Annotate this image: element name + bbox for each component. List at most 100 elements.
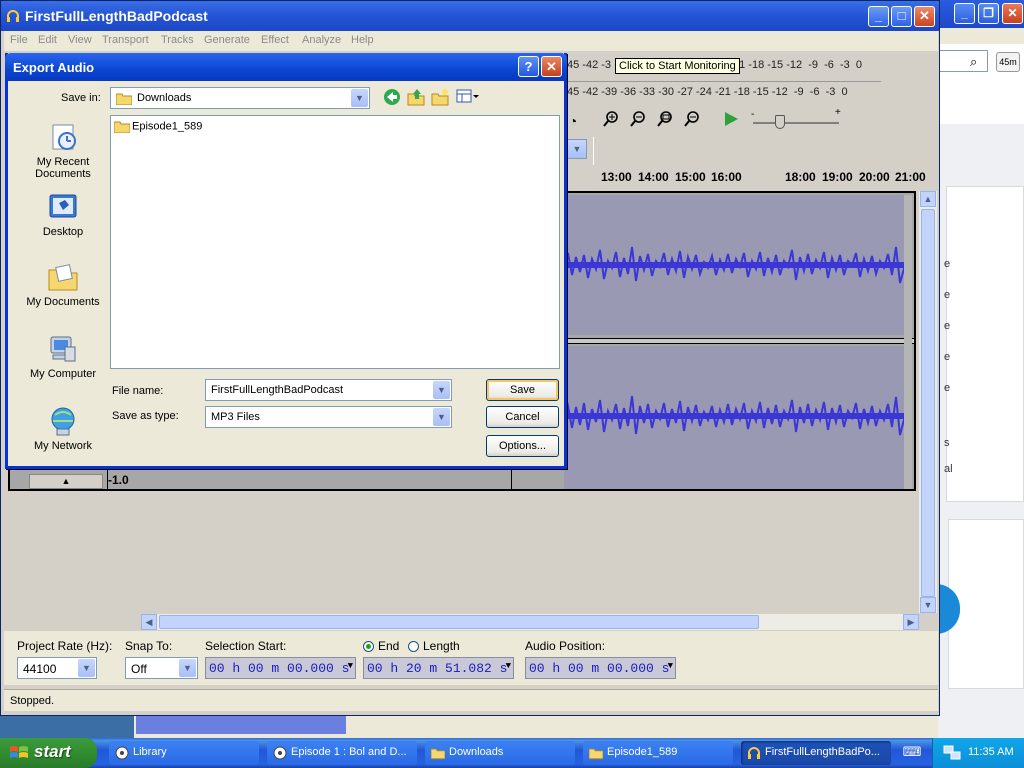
ruler-tick: 14:00 [638,170,669,184]
fit-project-icon[interactable] [680,109,704,133]
timeline-ruler[interactable]: 13:00 14:00 15:00 16:00 18:00 19:00 20:0… [567,167,926,189]
scroll-down-arrow[interactable]: ▼ [920,597,936,613]
chevron-down-icon[interactable]: ▼ [433,408,450,426]
waveform-left-graphic [563,246,906,284]
network-connection-icon[interactable] [943,745,961,761]
selection-toolbar: Project Rate (Hz): 44100 ▼ Snap To: Off … [4,631,938,685]
chevron-down-icon[interactable]: ▼ [78,659,95,677]
view-menu-icon[interactable] [455,88,481,108]
scroll-right-arrow[interactable]: ▶ [903,614,919,630]
snap-to-label: Snap To: [125,639,173,653]
back-icon[interactable] [382,88,402,108]
scroll-left-arrow[interactable]: ◀ [141,614,157,630]
chevron-down-icon[interactable]: ▼ [351,89,368,107]
list-item[interactable]: Episode1_589 [114,120,202,133]
ruler-tick: 16:00 [711,170,742,184]
playback-speed-track[interactable] [753,122,839,124]
background-browser-window: _ ❐ ✕ ⌕ 45m [930,0,1024,768]
chevron-down-icon[interactable]: ▼ [506,661,511,671]
file-list[interactable]: Episode1_589 [110,115,560,369]
chevron-down-icon[interactable]: ▼ [433,381,450,399]
meter-divider [561,81,881,82]
bg-text: e [944,320,951,332]
taskbar-item-library[interactable]: Library [109,741,259,765]
taskbar-item-episode-1[interactable]: Episode 1 : Bol and D... [267,741,417,765]
bg-text: e [944,258,951,270]
help-button[interactable]: ? [518,56,539,77]
menu-edit[interactable]: Edit [38,34,57,46]
new-folder-icon[interactable] [430,88,450,108]
maximize-button[interactable]: □ [891,6,912,27]
folder-icon [589,748,603,760]
menu-file[interactable]: File [10,34,28,46]
up-folder-icon[interactable] [406,88,426,108]
track-edge [904,195,912,489]
waveform-left-channel[interactable] [563,195,906,335]
zoom-out-icon[interactable] [626,109,650,133]
save-as-type-select[interactable]: MP3 Files ▼ [205,406,452,428]
chevron-down-icon[interactable]: ▼ [668,661,673,671]
play-at-speed-icon[interactable] [719,109,743,133]
place-desktop[interactable]: Desktop [19,191,107,238]
end-radio-label: End [378,639,400,653]
clock[interactable]: 11:35 AM [968,746,1014,758]
cancel-button[interactable]: Cancel [486,406,559,428]
options-button[interactable]: Options... [486,435,559,457]
horizontal-scrollbar[interactable]: ◀ ▶ [141,614,919,630]
taskbar-item-episode1-589[interactable]: Episode1_589 [583,741,733,765]
bg-search-field[interactable] [938,50,988,72]
bg-close-button[interactable]: ✕ [1002,3,1023,24]
close-button[interactable]: ✕ [914,6,935,27]
place-my-network[interactable]: My Network [19,405,107,452]
waveform-right-channel[interactable] [563,346,906,489]
track-dropdown-arrow[interactable]: ▼ [567,139,587,159]
menu-generate[interactable]: Generate [204,34,250,46]
menu-tracks[interactable]: Tracks [161,34,194,46]
place-my-documents[interactable]: My Documents [19,261,107,308]
taskbar-item-audacity[interactable]: FirstFullLengthBadPo... [741,741,891,765]
chevron-down-icon[interactable]: ▼ [348,661,353,671]
length-radio[interactable] [408,641,419,652]
place-my-recent-documents[interactable]: My Recent Documents [19,121,107,180]
fit-selection-icon[interactable] [653,109,677,133]
horizontal-scroll-thumb[interactable] [159,615,759,629]
keyboard-icon[interactable]: ⌨ [902,744,922,762]
place-my-computer[interactable]: My Computer [19,333,107,380]
scroll-up-arrow[interactable]: ▲ [920,191,936,207]
taskbar-item-downloads[interactable]: Downloads [425,741,575,765]
bg-zoom-badge[interactable]: 45m [996,52,1020,72]
bg-minimize-button[interactable]: _ [954,3,975,24]
dialog-close-button[interactable]: ✕ [541,56,562,77]
bg-text: al [944,463,953,475]
menu-analyze[interactable]: Analyze [302,34,341,46]
save-in-combo[interactable]: Downloads ▼ [110,87,370,109]
minimize-button[interactable]: _ [868,6,889,27]
snap-to-combo[interactable]: Off ▼ [125,657,198,679]
dialog-title: Export Audio [13,60,95,75]
zoom-in-icon[interactable] [599,109,623,133]
ruler-tick: 21:00 [895,170,926,184]
playback-speed-slider[interactable] [775,115,785,129]
collapse-track-button[interactable]: ▲ [29,474,103,489]
vertical-scroll-thumb[interactable] [921,209,935,597]
menu-view[interactable]: View [68,34,92,46]
start-button[interactable]: start [0,738,97,768]
chevron-down-icon[interactable]: ▼ [179,659,196,677]
selection-start-time[interactable]: 00 h 00 m 00.000 s ▼ [205,657,356,679]
menu-effect[interactable]: Effect [261,34,289,46]
input-meter[interactable]: 45 -42 -39 -36 -33 -30 -27 -24 -21 -18 -… [561,86,881,108]
menu-transport[interactable]: Transport [102,34,149,46]
file-name-field[interactable]: FirstFullLengthBadPodcast ▼ [205,379,452,401]
menu-help[interactable]: Help [351,34,374,46]
vertical-scrollbar[interactable]: ▲ ▼ [919,191,937,613]
project-rate-combo[interactable]: 44100 ▼ [17,657,97,679]
search-icon[interactable]: ⌕ [970,54,977,70]
bg-text: e [944,382,951,394]
ruler-tick: 18:00 [785,170,816,184]
audio-position-time[interactable]: 00 h 00 m 00.000 s ▼ [525,657,676,679]
bg-restore-button[interactable]: ❐ [978,3,999,24]
selection-end-time[interactable]: 00 h 20 m 51.082 s ▼ [363,657,514,679]
save-button[interactable]: Save [486,379,559,401]
end-radio[interactable] [363,641,374,652]
ruler-tick: 20:00 [859,170,890,184]
